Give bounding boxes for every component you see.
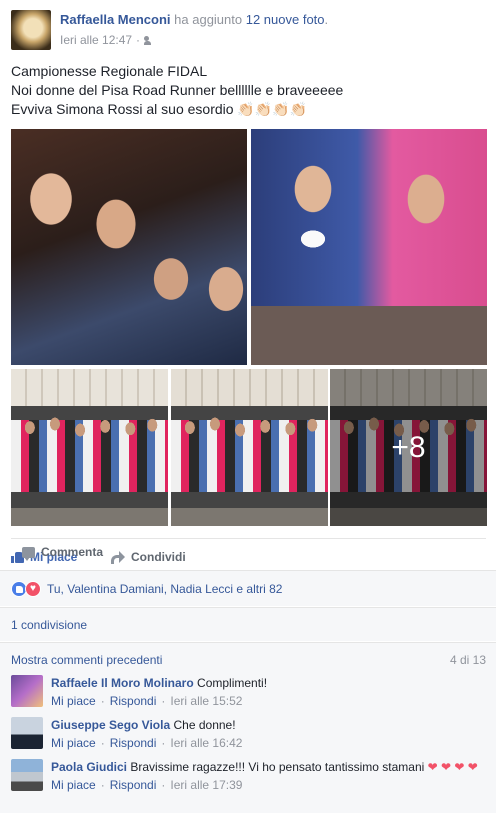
dot-separator: · <box>161 694 166 708</box>
comment-label: Commenta <box>41 545 104 559</box>
photo-podium-2[interactable] <box>171 369 328 526</box>
dot-separator: · <box>161 778 166 792</box>
dot-separator: · <box>100 736 105 750</box>
show-previous-comments[interactable]: Mostra commenti precedenti <box>11 653 162 667</box>
photo-coffee-selfie[interactable] <box>251 129 487 365</box>
meta-separator: · <box>136 33 141 47</box>
shares-row: 1 condivisione <box>0 607 496 641</box>
post-meta: Ieri alle 12:47 · <box>60 33 155 47</box>
comment-time[interactable]: Ieri alle 17:39 <box>170 777 242 793</box>
reactions-row: ♥ Tu, Valentina Damiani, Nadia Lecci e a… <box>0 570 496 606</box>
commenter-name[interactable]: Giuseppe Sego Viola <box>51 718 170 732</box>
photo-podium-3[interactable]: +8 <box>330 369 487 526</box>
share-label: Condividi <box>131 549 186 564</box>
post-text-line: Evviva Simona Rossi al suo esordio 👏🏻👏🏻👏… <box>11 101 308 117</box>
comment-text: Bravissime ragazze!!! Vi ho pensato tant… <box>130 760 425 774</box>
comment-reply-link[interactable]: Rispondi <box>110 777 157 793</box>
more-photos-overlay[interactable]: +8 <box>330 369 487 526</box>
commenter-name[interactable]: Raffaele Il Moro Molinaro <box>51 676 194 690</box>
photos-link[interactable]: 12 nuove foto <box>246 12 325 27</box>
shares-count[interactable]: 1 condivisione <box>11 618 87 632</box>
commenter-avatar[interactable] <box>11 675 43 707</box>
comment-reply-link[interactable]: Rispondi <box>110 735 157 751</box>
comment-count: 4 di 13 <box>449 653 486 667</box>
author-name[interactable]: Raffaella Menconi <box>60 12 171 27</box>
comment-like-link[interactable]: Mi piace <box>51 777 96 793</box>
comment-actions: Mi piace · Rispondi · Ieri alle 16:42 <box>51 735 486 751</box>
friends-icon[interactable] <box>144 35 155 45</box>
photo-podium-1[interactable] <box>11 369 168 526</box>
photo-selfie-group[interactable] <box>11 129 247 365</box>
heart-emoji: ❤ ❤ ❤ ❤ <box>427 760 478 774</box>
comment-reply-link[interactable]: Rispondi <box>110 693 157 709</box>
dot-separator: · <box>161 736 166 750</box>
post-timestamp[interactable]: Ieri alle 12:47 <box>60 33 132 47</box>
love-icon[interactable]: ♥ <box>25 580 41 597</box>
comment-like-link[interactable]: Mi piace <box>51 735 96 751</box>
post-header: Raffaella Menconi ha aggiunto 12 nuove f… <box>11 10 486 50</box>
commenter-name[interactable]: Paola Giudici <box>51 760 127 774</box>
commenter-avatar[interactable] <box>11 759 43 791</box>
comments-area: Mostra commenti precedenti 4 di 13 Raffa… <box>0 642 496 813</box>
post-text-line: Noi donne del Pisa Road Runner belllllle… <box>11 82 344 98</box>
post-headline: Raffaella Menconi ha aggiunto 12 nuove f… <box>60 12 328 27</box>
post-text: Campionesse Regionale FIDAL Noi donne de… <box>11 62 486 119</box>
comment-body: Raffaele Il Moro Molinaro Complimenti! M… <box>51 675 486 709</box>
share-icon <box>111 551 125 564</box>
author-avatar[interactable] <box>11 10 51 50</box>
photo-floor <box>11 508 168 526</box>
comment-actions: Mi piace · Rispondi · Ieri alle 15:52 <box>51 693 486 709</box>
comment-actions: Mi piace · Rispondi · Ieri alle 17:39 <box>51 777 486 793</box>
dot-separator: · <box>100 778 105 792</box>
action-text: ha aggiunto <box>174 12 243 27</box>
comment-icon <box>22 546 35 561</box>
dot-separator: · <box>100 694 105 708</box>
post-text-line: Campionesse Regionale FIDAL <box>11 63 208 79</box>
comment-time[interactable]: Ieri alle 15:52 <box>170 693 242 709</box>
photo-floor <box>171 508 328 526</box>
comment-body: Giuseppe Sego Viola Che donne! Mi piace … <box>51 717 486 751</box>
comment-time[interactable]: Ieri alle 16:42 <box>170 735 242 751</box>
action-end: . <box>324 12 329 27</box>
post-actions: Mi piace Commenta Condividi <box>11 538 486 568</box>
comment-text: Complimenti! <box>197 676 268 690</box>
comment-body: Paola Giudici Bravissime ragazze!!! Vi h… <box>51 759 486 793</box>
commenter-avatar[interactable] <box>11 717 43 749</box>
reactions-summary[interactable]: Tu, Valentina Damiani, Nadia Lecci e alt… <box>47 582 282 596</box>
comment-like-link[interactable]: Mi piace <box>51 693 96 709</box>
comment-text: Che donne! <box>173 718 236 732</box>
